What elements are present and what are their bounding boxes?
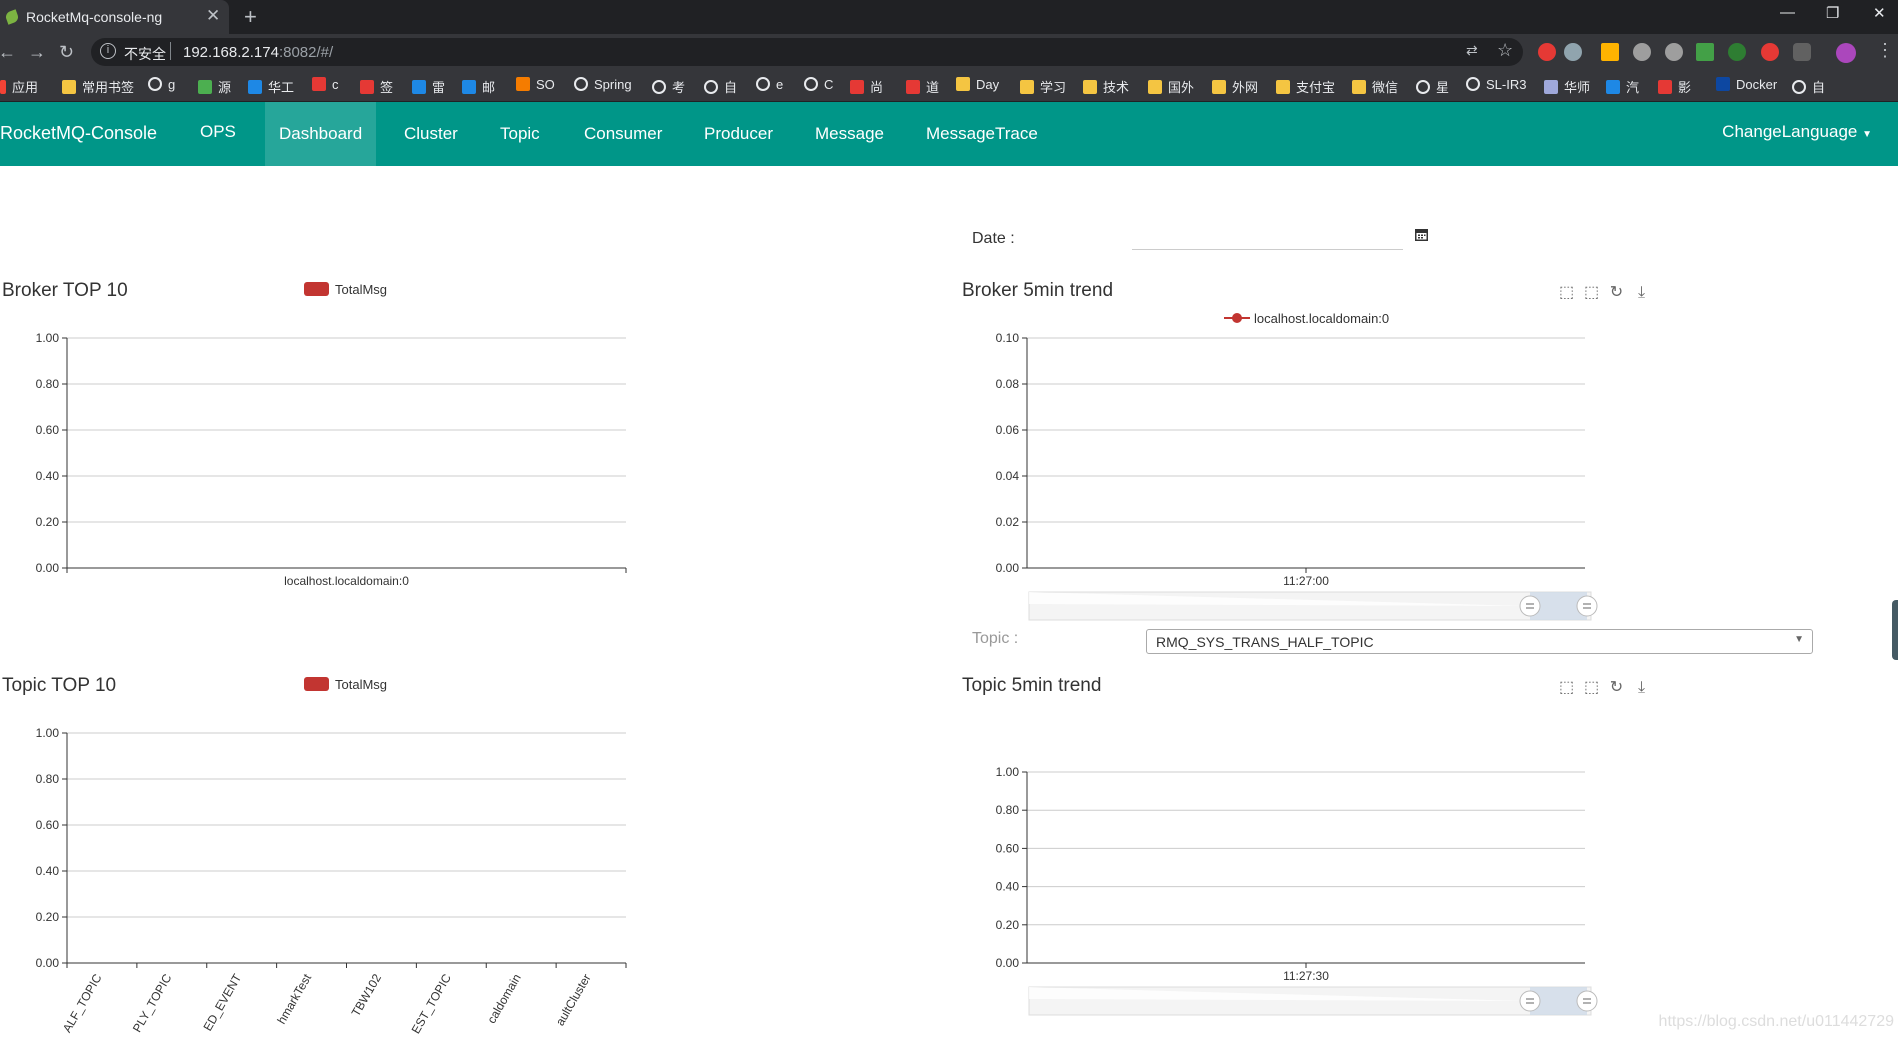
y-tick-label: 0.00 (996, 956, 1020, 970)
watermark: https://blog.csdn.net/u011442729 (1658, 1013, 1894, 1030)
y-tick-label: 0.40 (996, 880, 1020, 894)
side-handle[interactable] (1892, 600, 1898, 660)
y-tick-label: 1.00 (996, 765, 1020, 779)
y-tick-label: 0.20 (996, 918, 1020, 932)
zoom-handle (1519, 990, 1541, 1012)
zoom-handle (1576, 990, 1598, 1012)
y-tick-label: 0.80 (996, 803, 1020, 817)
x-tick-label: 11:27:30 (1283, 969, 1329, 983)
y-tick-label: 0.60 (996, 841, 1020, 855)
topic-trend-chart: 0.00 0.20 0.40 0.60 0.80 1.00 11:27:30 (996, 765, 1598, 1016)
